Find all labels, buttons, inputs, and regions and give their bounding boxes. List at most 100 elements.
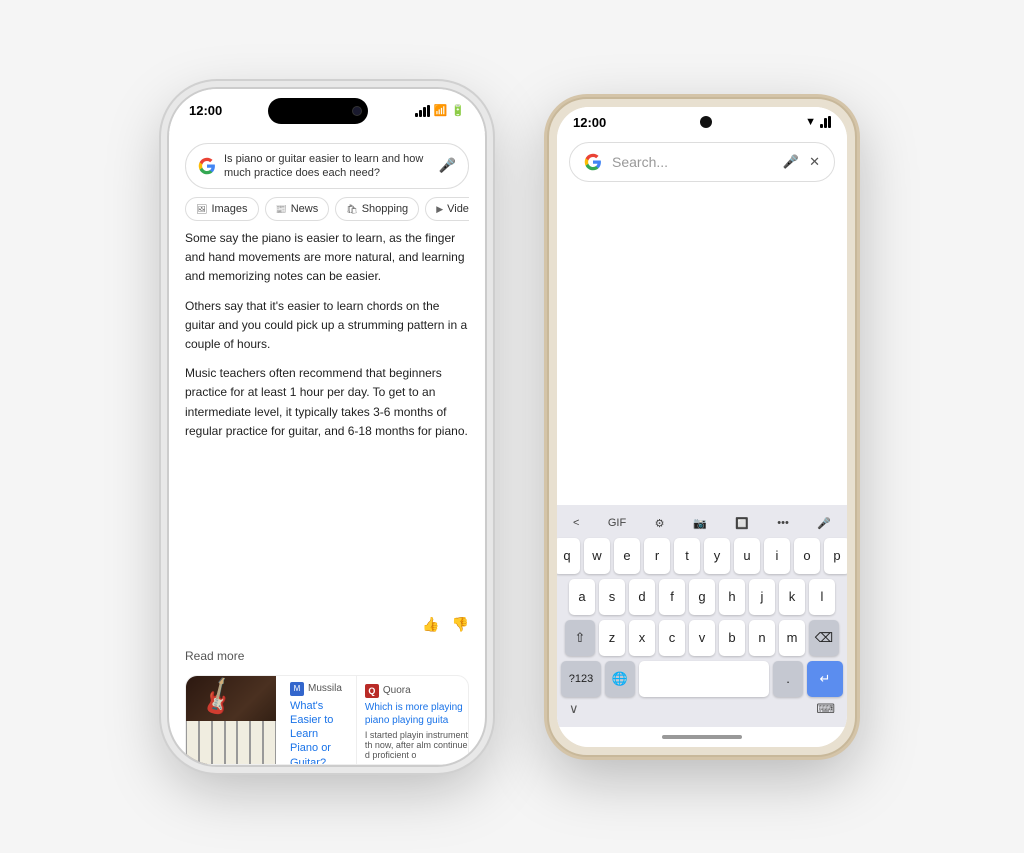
key-d[interactable]: d: [629, 579, 655, 615]
iphone-camera: [352, 106, 362, 116]
piano-keys: [186, 721, 276, 765]
key-g[interactable]: g: [689, 579, 715, 615]
space-key[interactable]: [639, 661, 769, 697]
key-f[interactable]: f: [659, 579, 685, 615]
keyboard-layout-icon[interactable]: ⌨: [816, 701, 835, 717]
mussila-logo: M: [290, 682, 304, 696]
key-k[interactable]: k: [779, 579, 805, 615]
key-l[interactable]: l: [809, 579, 835, 615]
key-z[interactable]: z: [599, 620, 625, 656]
quora-title[interactable]: Which is more playing piano playing guit…: [365, 701, 469, 727]
delete-key[interactable]: ⌫: [809, 620, 839, 656]
android-time: 12:00: [573, 115, 606, 130]
mussila-name: Mussila: [308, 683, 342, 694]
key-x[interactable]: x: [629, 620, 655, 656]
android-status-bar: 12:00 ▼: [557, 107, 847, 134]
android-home-indicator: [557, 727, 847, 747]
android-wifi-icon: ▼: [805, 116, 816, 128]
keyboard-back-icon[interactable]: <: [569, 515, 583, 531]
filter-tab-news[interactable]: 📰 News: [265, 197, 330, 221]
keyboard-row-4: ?123 🌐 . ↵: [561, 661, 843, 697]
key-h[interactable]: h: [719, 579, 745, 615]
mussila-logo-row: M Mussila: [290, 682, 342, 696]
filter-tab-video[interactable]: ▶ Vide...: [425, 197, 469, 221]
key-b[interactable]: b: [719, 620, 745, 656]
key-j[interactable]: j: [749, 579, 775, 615]
key-v[interactable]: v: [689, 620, 715, 656]
globe-key[interactable]: 🌐: [605, 661, 635, 697]
collapse-keyboard-icon[interactable]: ∨: [569, 701, 579, 717]
filter-tab-shopping[interactable]: 🛍 Shopping: [335, 197, 419, 221]
android-search-placeholder[interactable]: Search...: [612, 154, 773, 170]
key-r[interactable]: r: [644, 538, 670, 574]
iphone-notch: [268, 98, 368, 124]
num-sym-key[interactable]: ?123: [561, 661, 601, 697]
period-key[interactable]: .: [773, 661, 803, 697]
key-i[interactable]: i: [764, 538, 790, 574]
keyboard-translate-icon[interactable]: 📷: [689, 515, 711, 532]
images-tab-icon: 🖼: [196, 204, 207, 215]
ai-paragraph-3: Music teachers often recommend that begi…: [185, 364, 469, 441]
key-e[interactable]: e: [614, 538, 640, 574]
key-s[interactable]: s: [599, 579, 625, 615]
shift-key[interactable]: ⇧: [565, 620, 595, 656]
iphone-search-text: Is piano or guitar easier to learn and h…: [224, 152, 431, 181]
key-q[interactable]: q: [557, 538, 580, 574]
android-search-right-icons: 🎤 ✕: [783, 154, 820, 170]
key-c[interactable]: c: [659, 620, 685, 656]
keyboard-more-icon[interactable]: •••: [773, 515, 793, 531]
android-search-area: Search... 🎤 ✕: [557, 134, 847, 194]
enter-key[interactable]: ↵: [807, 661, 843, 697]
keyboard-row-1: q w e r t y u i o p: [561, 538, 843, 574]
battery-icon: 🔋: [451, 104, 465, 117]
iphone-content: Is piano or guitar easier to learn and h…: [169, 133, 485, 765]
keyboard-row-3: ⇧ z x c v b n m ⌫: [561, 620, 843, 656]
ai-paragraph-1: Some say the piano is easier to learn, a…: [185, 229, 469, 287]
key-y[interactable]: y: [704, 538, 730, 574]
source-card-mussila[interactable]: 🎸 M Mussila: [185, 675, 469, 765]
android-close-icon[interactable]: ✕: [809, 154, 820, 170]
news-tab-label: News: [291, 203, 319, 215]
keyboard-gif-button[interactable]: GIF: [604, 515, 630, 531]
mic-icon[interactable]: 🎤: [439, 157, 456, 174]
filter-tabs: 🖼 Images 📰 News 🛍 Shopping ▶ Vide...: [185, 197, 469, 221]
key-p[interactable]: p: [824, 538, 847, 574]
android-search-bar[interactable]: Search... 🎤 ✕: [569, 142, 835, 182]
key-m[interactable]: m: [779, 620, 805, 656]
key-t[interactable]: t: [674, 538, 700, 574]
android-blank-content: [557, 194, 847, 505]
scene: 12:00 📶 🔋: [0, 0, 1024, 853]
key-n[interactable]: n: [749, 620, 775, 656]
quora-logo: Q: [365, 684, 379, 698]
quora-name: Quora: [383, 685, 411, 696]
android-camera: [700, 116, 712, 128]
android-status-icons: ▼: [805, 116, 831, 128]
keyboard-sticker-icon[interactable]: 🔲: [731, 515, 753, 532]
keyboard-rows: q w e r t y u i o p a s: [561, 538, 843, 697]
key-a[interactable]: a: [569, 579, 595, 615]
keyboard-voice-icon[interactable]: 🎤: [813, 515, 835, 532]
filter-tab-images[interactable]: 🖼 Images: [185, 197, 259, 221]
read-more-link[interactable]: Read more: [185, 645, 469, 667]
wifi-icon: 📶: [434, 104, 448, 117]
keyboard-bottom-bar: ∨ ⌨: [561, 697, 843, 717]
signal-icon: [415, 105, 430, 117]
quora-card[interactable]: Q Quora Which is more playing piano play…: [356, 676, 469, 764]
iphone-status-icons: 📶 🔋: [415, 104, 465, 117]
thumbs-down-icon[interactable]: 👎: [452, 616, 469, 633]
iphone-device: 12:00 📶 🔋: [167, 87, 487, 767]
quora-snippet: I started playin instruments th now, aft…: [365, 730, 469, 760]
key-o[interactable]: o: [794, 538, 820, 574]
android-device: 12:00 ▼: [547, 97, 857, 757]
key-w[interactable]: w: [584, 538, 610, 574]
iphone-search-bar[interactable]: Is piano or guitar easier to learn and h…: [185, 143, 469, 190]
android-mic-icon[interactable]: 🎤: [783, 154, 799, 170]
shopping-tab-label: Shopping: [362, 203, 409, 215]
keyboard-settings-icon[interactable]: ⚙: [651, 515, 669, 532]
thumbs-up-icon[interactable]: 👍: [422, 616, 439, 633]
google-g-icon: [198, 157, 216, 175]
key-u[interactable]: u: [734, 538, 760, 574]
mussila-title[interactable]: What's Easier to Learn Piano or Guitar?: [290, 699, 342, 765]
shopping-tab-icon: 🛍: [346, 204, 357, 215]
guitar-icon: 🎸: [195, 676, 242, 721]
